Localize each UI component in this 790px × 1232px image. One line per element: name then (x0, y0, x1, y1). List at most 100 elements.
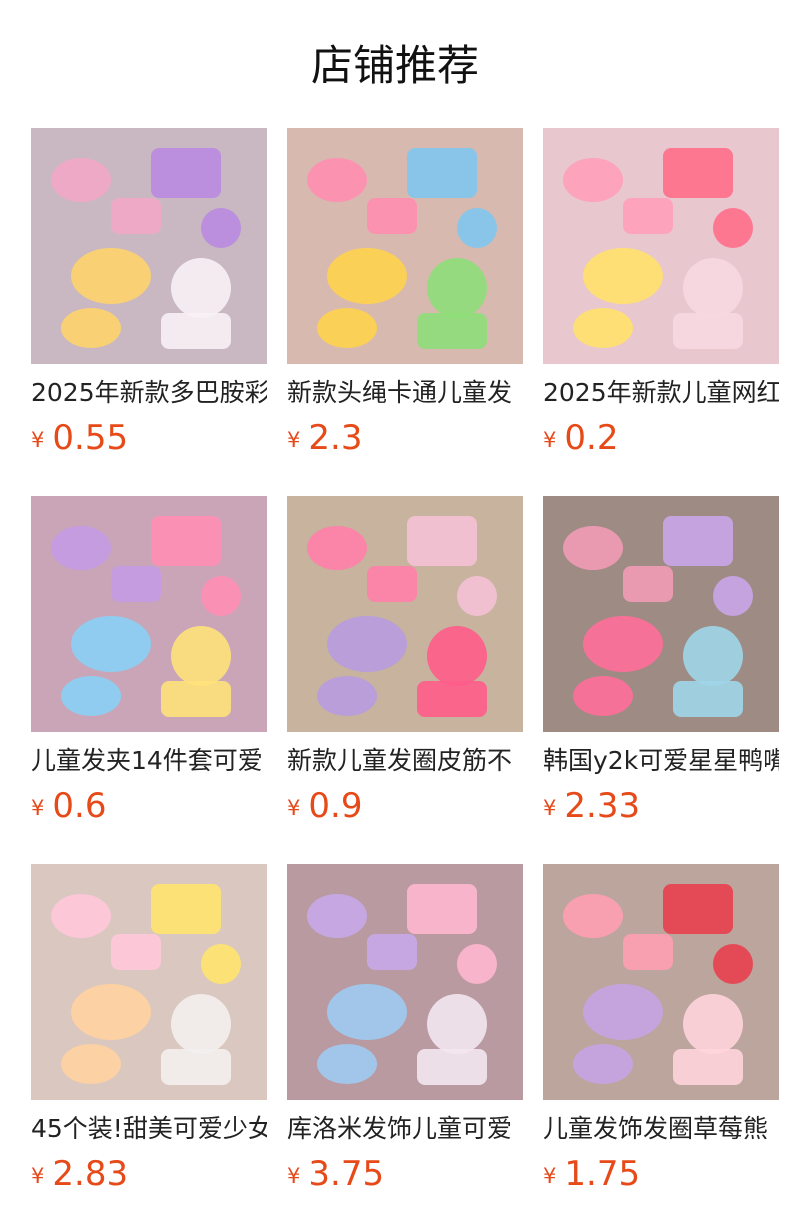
product-image[interactable] (31, 864, 267, 1100)
hair-accessory-shape (171, 626, 231, 686)
hair-accessory-shape (623, 198, 673, 234)
hair-accessory-shape (713, 944, 753, 984)
product-title[interactable]: 新款儿童发圈皮筋不 (287, 744, 523, 778)
hair-accessory-shape (683, 626, 743, 686)
product-card[interactable]: 韩国y2k可爱星星鸭嘴 ¥2.33 (543, 496, 779, 836)
product-title[interactable]: 儿童发夹14件套可爱 (31, 744, 267, 778)
hair-accessory-shape (201, 576, 241, 616)
price-value: 2.33 (564, 786, 641, 826)
hair-accessory-shape (151, 884, 221, 934)
currency-symbol: ¥ (287, 1164, 301, 1188)
hair-accessory-shape (573, 308, 633, 348)
hair-accessory-shape (71, 984, 151, 1040)
product-title[interactable]: 库洛米发饰儿童可爱 (287, 1112, 523, 1146)
price-value: 0.2 (564, 418, 619, 458)
hair-accessory-shape (673, 313, 743, 349)
hair-accessory-shape (583, 616, 663, 672)
hair-accessory-shape (583, 984, 663, 1040)
page-title: 店铺推荐 (310, 41, 479, 90)
hair-accessory-shape (573, 676, 633, 716)
hair-accessory-shape (307, 894, 367, 938)
product-card[interactable]: 2025年新款儿童网红 ¥0.2 (543, 128, 779, 468)
product-card[interactable]: 45个装!甜美可爱少女 ¥2.83 (31, 864, 267, 1204)
product-image[interactable] (287, 496, 523, 732)
hair-accessory-shape (563, 526, 623, 570)
hair-accessory-shape (663, 148, 733, 198)
product-price: ¥0.55 (31, 418, 128, 458)
product-image[interactable] (543, 496, 779, 732)
hair-accessory-shape (201, 208, 241, 248)
product-card[interactable]: 儿童发夹14件套可爱 ¥0.6 (31, 496, 267, 836)
hair-accessory-shape (171, 258, 231, 318)
hair-accessory-shape (51, 526, 111, 570)
hair-accessory-shape (457, 576, 497, 616)
product-card[interactable]: 2025年新款多巴胺彩 ¥0.55 (31, 128, 267, 468)
hair-accessory-shape (51, 894, 111, 938)
product-price: ¥0.6 (31, 786, 106, 826)
product-card[interactable]: 儿童发饰发圈草莓熊 ¥1.75 (543, 864, 779, 1204)
hair-accessory-shape (673, 1049, 743, 1085)
hair-accessory-shape (317, 308, 377, 348)
hair-accessory-shape (623, 934, 673, 970)
product-image[interactable] (543, 864, 779, 1100)
product-image[interactable] (31, 128, 267, 364)
currency-symbol: ¥ (31, 1164, 45, 1188)
price-value: 0.6 (52, 786, 107, 826)
hair-accessory-shape (201, 944, 241, 984)
hair-accessory-shape (61, 676, 121, 716)
product-title[interactable]: 2025年新款多巴胺彩 (31, 376, 267, 410)
hair-accessory-shape (367, 934, 417, 970)
hair-accessory-shape (327, 248, 407, 304)
price-value: 3.75 (308, 1154, 385, 1194)
product-price: ¥2.3 (287, 418, 362, 458)
hair-accessory-shape (307, 526, 367, 570)
hair-accessory-shape (71, 616, 151, 672)
product-price: ¥0.2 (543, 418, 618, 458)
hair-accessory-shape (713, 208, 753, 248)
hair-accessory-shape (51, 158, 111, 202)
product-title[interactable]: 2025年新款儿童网红 (543, 376, 779, 410)
product-title[interactable]: 45个装!甜美可爱少女 (31, 1112, 267, 1146)
hair-accessory-shape (563, 894, 623, 938)
product-image[interactable] (543, 128, 779, 364)
hair-accessory-shape (713, 576, 753, 616)
hair-accessory-shape (71, 248, 151, 304)
product-title[interactable]: 韩国y2k可爱星星鸭嘴 (543, 744, 779, 778)
product-image[interactable] (287, 864, 523, 1100)
product-card[interactable]: 库洛米发饰儿童可爱 ¥3.75 (287, 864, 523, 1204)
hair-accessory-shape (407, 884, 477, 934)
hair-accessory-shape (317, 1044, 377, 1084)
hair-accessory-shape (583, 248, 663, 304)
hair-accessory-shape (457, 208, 497, 248)
hair-accessory-shape (111, 566, 161, 602)
hair-accessory-shape (573, 1044, 633, 1084)
product-price: ¥1.75 (543, 1154, 640, 1194)
currency-symbol: ¥ (287, 796, 301, 820)
hair-accessory-shape (457, 944, 497, 984)
product-image[interactable] (287, 128, 523, 364)
product-price: ¥0.9 (287, 786, 362, 826)
product-image[interactable] (31, 496, 267, 732)
hair-accessory-shape (417, 313, 487, 349)
hair-accessory-shape (563, 158, 623, 202)
product-title[interactable]: 儿童发饰发圈草莓熊 (543, 1112, 779, 1146)
product-price: ¥2.33 (543, 786, 640, 826)
currency-symbol: ¥ (543, 1164, 557, 1188)
hair-accessory-shape (61, 308, 121, 348)
price-value: 2.3 (308, 418, 363, 458)
price-value: 0.55 (52, 418, 129, 458)
product-card[interactable]: 新款儿童发圈皮筋不 ¥0.9 (287, 496, 523, 836)
currency-symbol: ¥ (287, 428, 301, 452)
hair-accessory-shape (111, 934, 161, 970)
hair-accessory-shape (151, 148, 221, 198)
hair-accessory-shape (427, 626, 487, 686)
currency-symbol: ¥ (31, 428, 45, 452)
hair-accessory-shape (663, 884, 733, 934)
price-value: 0.9 (308, 786, 363, 826)
product-card[interactable]: 新款头绳卡通儿童发 ¥2.3 (287, 128, 523, 468)
product-title[interactable]: 新款头绳卡通儿童发 (287, 376, 523, 410)
hair-accessory-shape (61, 1044, 121, 1084)
currency-symbol: ¥ (31, 796, 45, 820)
hair-accessory-shape (427, 258, 487, 318)
product-price: ¥3.75 (287, 1154, 384, 1194)
